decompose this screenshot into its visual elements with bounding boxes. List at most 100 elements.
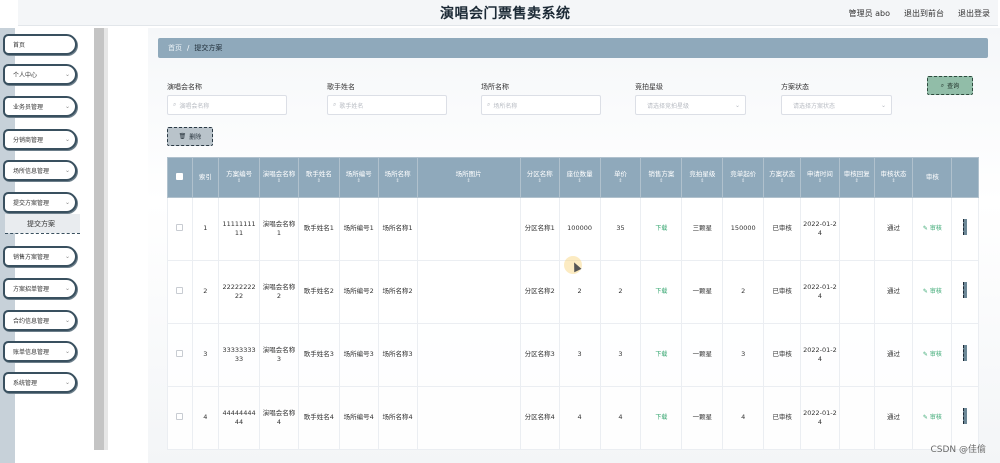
column-header[interactable]: 审核回复 ⇕ [838,157,875,198]
row-action-button[interactable] [963,345,968,362]
cell-plan-status: 已审核 [763,386,801,450]
cell-singer: 歌手姓名1 [297,197,340,261]
select-all-checkbox[interactable] [176,172,184,180]
sidebar-item[interactable]: 个人中心 ⌄ [3,64,77,85]
select-all-header [167,157,193,198]
column-header[interactable]: 竞拍星级 ⇕ [681,157,724,198]
sort-icon[interactable]: ⇕ [877,178,911,185]
row-select-cell [167,386,193,450]
cell-apply-time: 2022-01-24 [799,386,840,450]
column-header[interactable]: 场所名称 ⇕ [377,157,418,198]
sidebar-scrollbar[interactable] [94,28,104,450]
download-link[interactable]: 下载 [655,288,667,295]
sidebar-item-label: 业务员管理 [13,104,44,111]
column-header[interactable]: 申请时间 ⇕ [799,157,840,198]
sidebar-item[interactable]: 账单信息管理 ⌄ [3,341,77,362]
logout-link[interactable]: 退出登录 [958,8,990,19]
sidebar-item[interactable]: 销售方案管理 ⌄ [3,246,77,267]
table-row: 3 3333333333 演唱会名称3 歌手姓名3 场所编号3 场所名称3 分区名称3 3 3 下… [167,323,979,387]
cell-value: 1 [203,224,208,233]
column-header[interactable]: 演唱会名称 ⇕ [259,157,299,198]
audit-link[interactable]: 审核 [930,225,942,232]
concert-name-input[interactable]: ⌕ 演唱会名称 [167,95,287,115]
breadcrumb-home[interactable]: 首页 [168,43,182,53]
sort-icon[interactable]: ⇕ [342,178,376,185]
sort-icon[interactable]: ⇕ [643,178,679,185]
venue-name-input[interactable]: ⌕ 场所名称 [481,95,601,115]
cell-venue-no: 场所编号4 [338,386,379,450]
sort-icon[interactable]: ⇕ [301,178,337,185]
breadcrumb-separator: / [187,44,190,52]
sidebar-item[interactable]: 合约信息管理 ⌄ [3,310,77,331]
sort-icon[interactable]: ⇕ [766,178,798,185]
sidebar-item[interactable]: 方案招单管理 ⌄ [3,278,77,299]
column-header[interactable]: 歌手姓名 ⇕ [297,157,340,198]
plan-status-select[interactable]: 请选择方案状态 ⌄ [781,95,892,115]
sidebar-item-label: 提交方案管理 [13,200,50,207]
audit-link[interactable]: 审核 [930,351,942,358]
chevron-down-icon: ⌄ [64,253,70,260]
sort-icon[interactable]: ⇕ [603,178,639,185]
column-header[interactable]: 审核 [912,157,953,198]
sort-icon[interactable]: ⇕ [523,178,557,185]
sidebar-item[interactable]: 分销商管理 ⌄ [3,129,77,150]
sidebar-item[interactable]: 系统管理 ⌄ [3,372,77,393]
sort-icon[interactable]: ⇕ [381,178,415,185]
column-header[interactable]: 方案编号 ⇕ [218,157,261,198]
column-header[interactable]: 销售方案 ⇕ [640,157,683,198]
column-header[interactable]: 场所编号 ⇕ [338,157,379,198]
column-header[interactable]: 方案状态 ⇕ [763,157,801,198]
sidebar-item[interactable]: 首页 [3,34,77,55]
sort-icon[interactable]: ⇕ [803,178,837,185]
sort-icon[interactable]: ⇕ [725,178,761,185]
row-action-button[interactable] [963,282,968,299]
column-header[interactable]: 单价 ⇕ [599,157,642,198]
sidebar-item[interactable]: 业务员管理 ⌄ [3,96,77,117]
sidebar-item[interactable]: 提交方案管理 ⌄ [3,192,77,213]
column-header[interactable]: 分区名称 ⇕ [519,157,560,198]
sidebar-item[interactable]: 场所信息管理 ⌄ [3,160,77,181]
table-row: 4 4444444444 演唱会名称4 歌手姓名4 场所编号4 场所名称4 分区名称4 4 4 下… [167,386,979,450]
cell-sales-plan: 下载 [640,323,683,387]
column-header[interactable]: 竞单起价 ⇕ [722,157,765,198]
column-header[interactable]: 审核状态 ⇕ [873,157,914,198]
row-action-button[interactable] [963,408,968,425]
sort-icon[interactable]: ⇕ [420,178,518,185]
row-checkbox[interactable] [176,223,184,231]
row-checkbox[interactable] [176,349,184,357]
cell-singer: 歌手姓名4 [297,386,340,450]
row-action-button[interactable] [963,219,968,236]
cell-reply [838,323,875,387]
column-header[interactable]: 场所图片 ⇕ [416,157,521,198]
cell-concert: 演唱会名称4 [259,386,299,450]
column-header[interactable]: 索引 [191,157,220,198]
cell-index: 4 [191,386,220,450]
download-link[interactable]: 下载 [655,414,667,421]
column-header-label: 审核状态 [880,170,907,179]
delete-button[interactable]: 🗑 删除 [167,127,213,146]
sort-icon[interactable]: ⇕ [562,178,598,185]
sort-icon[interactable]: ⇕ [684,178,720,185]
download-link[interactable]: 下载 [655,351,667,358]
column-header[interactable]: 座位数量 ⇕ [558,157,601,198]
row-checkbox[interactable] [176,412,184,420]
row-checkbox[interactable] [176,286,184,294]
row-select-cell [167,323,193,387]
sort-icon[interactable]: ⇕ [262,178,296,185]
download-link[interactable]: 下载 [655,225,667,232]
cell-value: 分区名称2 [524,287,555,296]
singer-name-input[interactable]: ⌕ 歌手姓名 [327,95,447,115]
sidebar-subitem-submit-plan[interactable]: 提交方案 [5,214,80,233]
sort-icon[interactable]: ⇕ [842,178,872,185]
query-button[interactable]: ⌕ 查询 [927,76,973,95]
audit-link[interactable]: 审核 [930,414,942,421]
exit-frontend-link[interactable]: 退出到前台 [904,8,944,19]
sort-icon[interactable]: ⇕ [221,178,257,185]
cell-value: 演唱会名称3 [262,345,296,363]
cell-value: 3333333333 [222,345,256,363]
audit-link[interactable]: 审核 [930,288,942,295]
sidebar-item-label: 方案招单管理 [13,286,50,293]
star-level-select[interactable]: 请选择竞拍星级 ⌄ [635,95,746,115]
concert-name-label: 演唱会名称 [167,83,202,91]
cell-value: 2022-01-24 [803,219,837,237]
